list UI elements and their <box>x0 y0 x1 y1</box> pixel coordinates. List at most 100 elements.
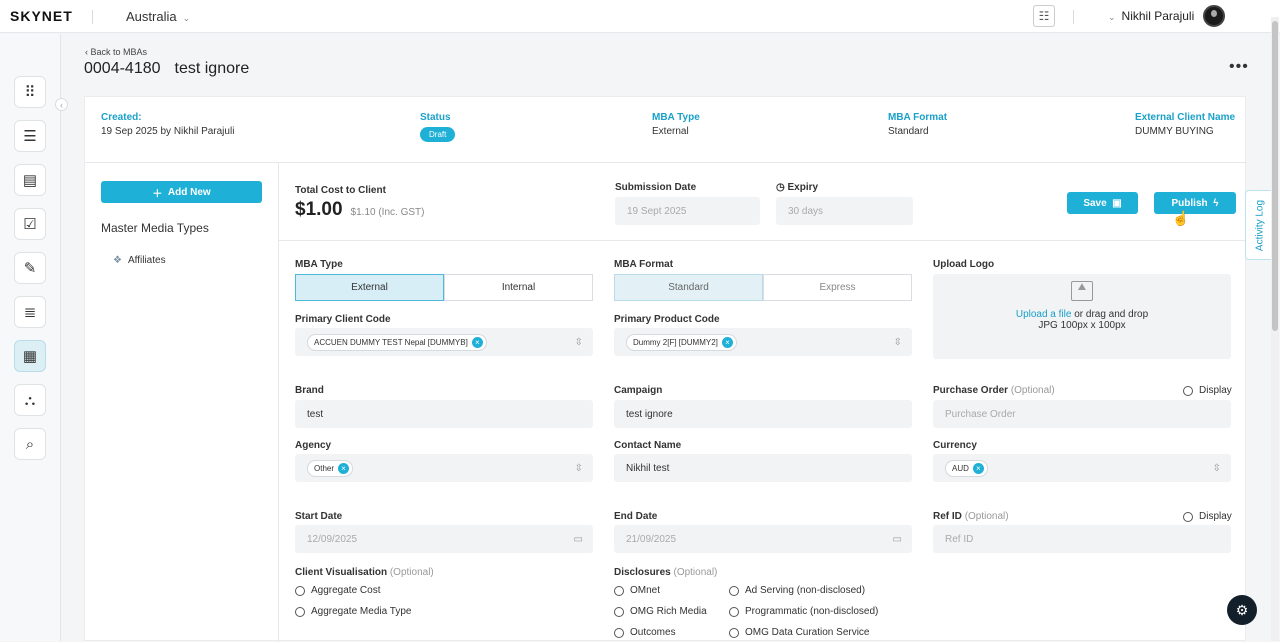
expiry-field[interactable]: 30 days <box>776 197 913 225</box>
remove-tag-icon[interactable]: × <box>471 336 483 348</box>
total-cost-inc-gst: $1.10 (Inc. GST) <box>350 207 425 218</box>
checkbox-label: OMnet <box>630 585 661 596</box>
more-options-icon[interactable]: ••• <box>1229 58 1249 76</box>
remove-tag-icon[interactable]: × <box>972 462 984 474</box>
primary-product-tag: Dummy 2[F] [DUMMY2] × <box>626 333 737 351</box>
submission-date-label: Submission Date <box>615 182 697 193</box>
avatar[interactable] <box>1203 5 1225 27</box>
help-widget-icon[interactable]: ⚙ <box>1227 595 1257 625</box>
expiry-label: Expiry <box>787 182 819 193</box>
filter-sliders-button[interactable]: ☷ <box>1033 5 1055 27</box>
app-logo[interactable]: SKYNET <box>10 8 73 24</box>
end-date-field[interactable]: 21/09/2025 ▭ <box>614 525 912 553</box>
primary-client-code-select[interactable]: ACCUEN DUMMY TEST Nepal [DUMMYB] × ⇳ <box>295 328 593 356</box>
tag-label: AUD <box>952 463 969 473</box>
checkbox-label: Ad Serving (non-disclosed) <box>745 585 866 596</box>
brand-field[interactable]: test <box>295 400 593 428</box>
mba-format-label: MBA Format <box>888 112 948 123</box>
total-cost-value: $1.00 $1.10 (Inc. GST) <box>295 199 424 221</box>
search-grid-icon[interactable]: ⌕ <box>14 428 46 460</box>
ad-serving-checkbox[interactable]: Ad Serving (non-disclosed) <box>729 585 865 596</box>
page-title: 0004-4180 test ignore <box>84 60 249 78</box>
purchase-order-field[interactable]: Purchase Order <box>933 400 1231 428</box>
ref-display-checkbox[interactable]: Display <box>1183 511 1232 522</box>
ref-id-field[interactable]: Ref ID <box>933 525 1231 553</box>
upload-rest-text: or drag and drop <box>1071 309 1149 320</box>
outcomes-checkbox[interactable]: Outcomes <box>614 627 676 638</box>
save-button[interactable]: Save ▣ <box>1067 192 1138 214</box>
scrollbar-thumb[interactable] <box>1272 21 1278 331</box>
page-scrollbar[interactable] <box>1271 17 1279 641</box>
divider <box>92 10 93 24</box>
edit-document-icon[interactable]: ✎ <box>14 252 46 284</box>
checkbox-circle <box>295 606 305 617</box>
currency-select[interactable]: AUD × ⇳ <box>933 454 1231 482</box>
chevron-down-icon: ⌄ <box>182 13 191 23</box>
submission-date-field[interactable]: 19 Sept 2025 <box>615 197 760 225</box>
checklist-icon[interactable]: ☑ <box>14 208 46 240</box>
remove-tag-icon[interactable]: × <box>338 462 350 474</box>
tag-label: Other <box>314 463 335 473</box>
upload-instructions: Upload a file or drag and drop <box>933 309 1231 320</box>
programmatic-checkbox[interactable]: Programmatic (non-disclosed) <box>729 606 878 617</box>
mba-format-standard-option[interactable]: Standard <box>614 274 763 301</box>
upload-file-link[interactable]: Upload a file <box>1016 309 1072 320</box>
publish-button[interactable]: Publish ϟ <box>1154 192 1236 214</box>
created-value: 19 Sep 2025 by Nikhil Parajuli <box>101 126 235 137</box>
divider <box>85 162 1247 163</box>
aggregate-cost-checkbox[interactable]: Aggregate Cost <box>295 585 381 596</box>
campaign-label: Campaign <box>614 385 663 396</box>
user-menu[interactable]: ⌄ Nikhil Parajuli <box>1108 9 1194 23</box>
agency-select[interactable]: Other × ⇳ <box>295 454 593 482</box>
total-cost-label: Total Cost to Client <box>295 185 386 196</box>
sliders-icon: ☷ <box>1038 9 1050 23</box>
add-new-button[interactable]: ＋ Add New <box>101 181 262 203</box>
purchase-order-label: Purchase Order (Optional) <box>933 385 1055 396</box>
calendar-icon[interactable]: ▭ <box>574 534 583 545</box>
mba-format-toggle: Standard Express <box>614 274 912 301</box>
omnet-checkbox[interactable]: OMnet <box>614 585 660 596</box>
mba-document-icon[interactable]: ▦ <box>14 340 46 372</box>
agency-label: Agency <box>295 440 332 451</box>
list-item-affiliates[interactable]: ❖ Affiliates <box>113 255 166 266</box>
disclosures-label: Disclosures (Optional) <box>614 567 717 578</box>
select-arrows-icon: ⇳ <box>1212 462 1221 474</box>
contact-name-field[interactable]: Nikhil test <box>614 454 912 482</box>
activity-log-label: Activity Log <box>1254 199 1266 252</box>
aggregate-media-type-checkbox[interactable]: Aggregate Media Type <box>295 606 411 617</box>
campaign-field[interactable]: test ignore <box>614 400 912 428</box>
calendar-icon[interactable]: ▭ <box>893 534 902 545</box>
server-icon[interactable]: ▤ <box>14 164 46 196</box>
external-client-label: External Client Name <box>1135 112 1236 123</box>
grid-apps-icon[interactable]: ⠿ <box>14 76 46 108</box>
activity-log-tab[interactable]: Activity Log <box>1245 190 1272 260</box>
start-date-field[interactable]: 12/09/2025 ▭ <box>295 525 593 553</box>
mba-type-value: External <box>652 126 689 137</box>
status-info: Status Draft <box>420 112 456 142</box>
hierarchy-icon[interactable]: ⛬ <box>14 384 46 416</box>
collapse-sidebar-button[interactable]: ‹ <box>55 98 68 111</box>
back-link[interactable]: ‹ Back to MBAs <box>85 47 147 57</box>
mba-format-express-option[interactable]: Express <box>763 274 912 301</box>
primary-client-tag: ACCUEN DUMMY TEST Nepal [DUMMYB] × <box>307 333 487 351</box>
ref-id-label: Ref ID (Optional) <box>933 511 1009 522</box>
save-label: Save <box>1083 197 1107 209</box>
mba-name: test ignore <box>174 60 250 77</box>
po-display-checkbox[interactable]: Display <box>1183 385 1232 396</box>
mba-type-external-option[interactable]: External <box>295 274 444 301</box>
primary-product-code-select[interactable]: Dummy 2[F] [DUMMY2] × ⇳ <box>614 328 912 356</box>
stack-icon[interactable]: ≣ <box>14 296 46 328</box>
document-list-icon[interactable]: ☰ <box>14 120 46 152</box>
omg-data-curation-checkbox[interactable]: OMG Data Curation Service <box>729 627 870 638</box>
side-nav: ⠿ ☰ ▤ ☑ ✎ ≣ ▦ ⛬ ⌕ <box>0 34 61 641</box>
brand-label: Brand <box>295 385 324 396</box>
mba-type-internal-option[interactable]: Internal <box>444 274 593 301</box>
total-cost-amount: $1.00 <box>295 199 343 220</box>
remove-tag-icon[interactable]: × <box>721 336 733 348</box>
omg-rich-media-checkbox[interactable]: OMG Rich Media <box>614 606 707 617</box>
divider <box>279 240 1247 241</box>
divider <box>278 163 279 642</box>
region-selector[interactable]: Australia ⌄ <box>126 9 190 24</box>
upload-logo-dropzone[interactable]: ⛰ Upload a file or drag and drop JPG 100… <box>933 274 1231 359</box>
region-label: Australia <box>126 9 177 24</box>
